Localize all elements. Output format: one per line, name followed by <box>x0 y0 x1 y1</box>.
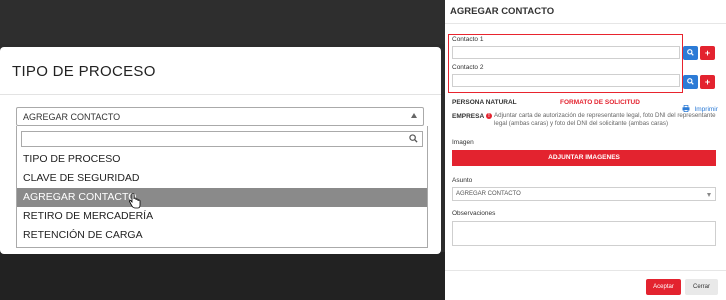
adjuntar-imagenes-button[interactable]: ADJUNTAR IMAGENES <box>452 150 716 166</box>
contacto2-label: Contacto 2 <box>452 64 484 71</box>
contacto2-input[interactable] <box>452 74 680 87</box>
search-icon <box>409 134 418 143</box>
asunto-label: Asunto <box>452 177 473 184</box>
search-icon <box>687 49 694 56</box>
observaciones-textarea[interactable] <box>452 221 716 246</box>
dropdown-option[interactable]: RETENCIÓN DE CARGA <box>17 226 427 245</box>
form-header-divider <box>445 23 726 24</box>
plus-icon: + <box>704 48 711 58</box>
process-type-select[interactable]: AGREGAR CONTACTO <box>16 107 424 126</box>
observaciones-label: Observaciones <box>452 210 496 217</box>
dropdown-option[interactable]: RETIRO DE MERCADERÍA <box>17 207 427 226</box>
search-contacto2-button[interactable] <box>683 75 698 89</box>
select-value: AGREGAR CONTACTO <box>23 112 121 122</box>
process-type-panel: TIPO DE PROCESO AGREGAR CONTACTO TIPO DE… <box>0 0 445 300</box>
chevron-down-icon <box>707 193 711 197</box>
form-title: AGREGAR CONTACTO <box>450 6 555 17</box>
search-icon <box>687 78 694 85</box>
contacto1-label: Contacto 1 <box>452 36 484 43</box>
dropdown-options: TIPO DE PROCESO CLAVE DE SEGURIDAD AGREGAR… <box>17 150 427 245</box>
imagen-label: Imagen <box>452 139 474 146</box>
formato-solicitud-link[interactable]: FORMATO DE SOLICITUD <box>560 99 640 106</box>
search-contacto1-button[interactable] <box>683 46 698 60</box>
plus-icon: + <box>704 77 711 87</box>
warning-icon: ! <box>486 113 492 119</box>
empresa-label: EMPRESA <box>452 113 485 120</box>
persona-natural-label: PERSONA NATURAL <box>452 99 517 106</box>
form-footer-divider <box>445 270 726 271</box>
contacto1-input[interactable] <box>452 46 680 59</box>
process-type-dropdown: TIPO DE PROCESO CLAVE DE SEGURIDAD AGREGAR… <box>16 126 428 248</box>
dropdown-option[interactable]: TIPO DE PROCESO <box>17 150 427 169</box>
background-footer <box>0 252 445 300</box>
caret-up-icon <box>411 113 417 118</box>
empresa-note: Adjuntar carta de autorización de repres… <box>494 112 716 127</box>
dropdown-option[interactable]: CLAVE DE SEGURIDAD <box>17 169 427 188</box>
agregar-contacto-form: AGREGAR CONTACTO Contacto 1 + Contacto 2… <box>445 0 726 300</box>
printer-icon <box>682 105 690 112</box>
hand-cursor-icon <box>129 193 141 209</box>
asunto-value: AGREGAR CONTACTO <box>456 191 521 197</box>
modal-divider <box>0 94 441 95</box>
add-contacto1-button[interactable]: + <box>700 46 715 60</box>
cerrar-button[interactable]: Cerrar <box>685 279 718 295</box>
asunto-select[interactable]: AGREGAR CONTACTO <box>452 187 716 201</box>
aceptar-button[interactable]: Aceptar <box>646 279 681 295</box>
add-contacto2-button[interactable]: + <box>700 75 715 89</box>
dropdown-option[interactable]: AGREGAR CONTACTO <box>17 188 427 207</box>
modal-title: TIPO DE PROCESO <box>12 63 156 80</box>
dropdown-search-input[interactable] <box>21 131 423 147</box>
background-header <box>0 0 445 44</box>
